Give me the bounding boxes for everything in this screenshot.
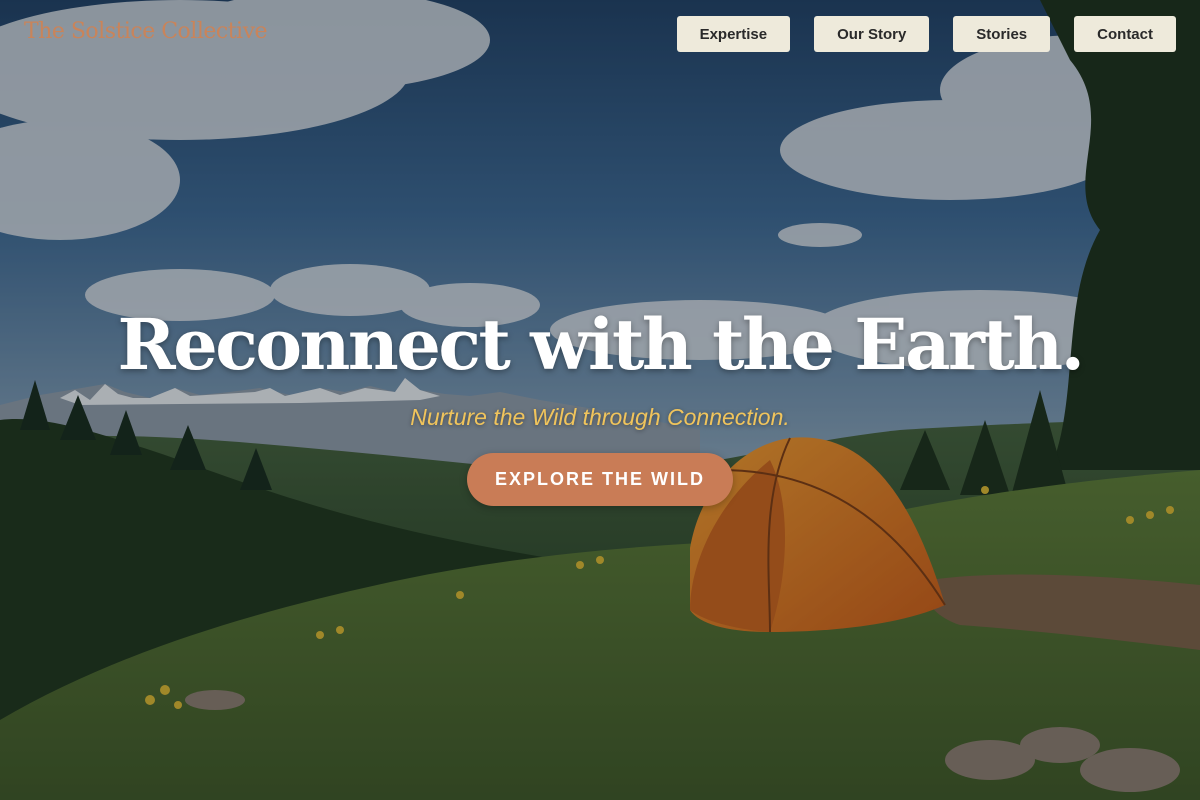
top-navigation-bar: The Solstice Collective Expertise Our St…: [0, 0, 1200, 70]
hero-dim-overlay: [0, 0, 1200, 800]
hero-section: The Solstice Collective Expertise Our St…: [0, 0, 1200, 800]
main-nav: Expertise Our Story Stories Contact: [676, 16, 1176, 52]
hero-headline: Reconnect with the Earth.: [117, 303, 1085, 386]
explore-the-wild-button[interactable]: EXPLORE THE WILD: [467, 453, 733, 506]
nav-stories-button[interactable]: Stories: [953, 16, 1051, 52]
nav-our-story-button[interactable]: Our Story: [814, 16, 930, 52]
nav-expertise-button[interactable]: Expertise: [676, 16, 791, 52]
hero-subheadline: Nurture the Wild through Connection.: [410, 404, 790, 430]
nav-contact-button[interactable]: Contact: [1074, 16, 1176, 52]
brand-logo-text[interactable]: The Solstice Collective: [24, 19, 268, 44]
